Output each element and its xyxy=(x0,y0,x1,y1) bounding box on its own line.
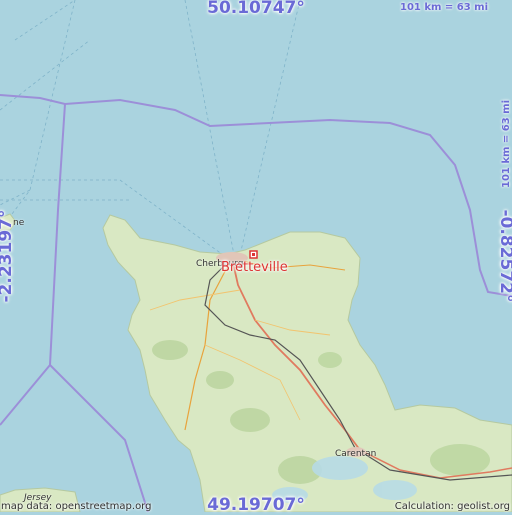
longitude-right-label: -0.82572° xyxy=(496,209,512,303)
longitude-left-label: -2.23197° xyxy=(0,209,16,303)
map-canvas[interactable] xyxy=(0,0,512,512)
scale-vertical: 101 km = 63 mi xyxy=(501,100,512,189)
attribution-map-data[interactable]: map data: openstreetmap.org xyxy=(1,501,151,512)
place-name-label: Bretteville xyxy=(221,260,288,275)
attribution-calculation[interactable]: Calculation: geolist.org xyxy=(395,501,510,512)
place-marker-icon[interactable] xyxy=(249,250,258,259)
label-carentan: Carentan xyxy=(335,449,377,459)
scale-horizontal: 101 km = 63 mi xyxy=(399,2,488,13)
